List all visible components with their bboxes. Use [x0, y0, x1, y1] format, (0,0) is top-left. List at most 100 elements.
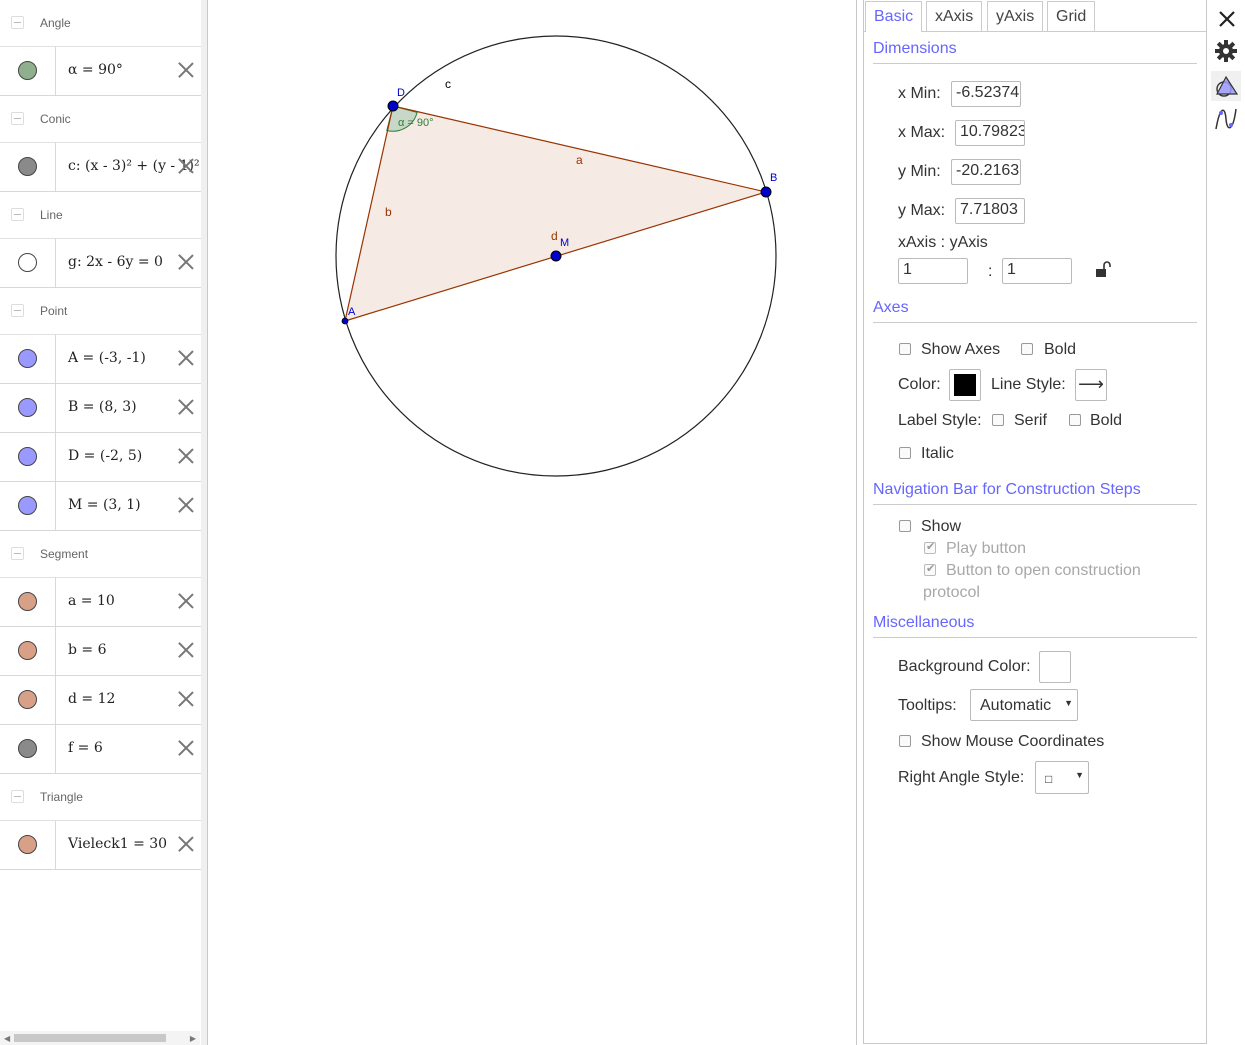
- visibility-marble-icon[interactable]: [18, 398, 37, 417]
- visibility-toggle-cell[interactable]: [0, 433, 56, 481]
- visibility-toggle-cell[interactable]: [0, 482, 56, 530]
- show-axes-checkbox[interactable]: [899, 343, 911, 355]
- collapse-group-icon[interactable]: [11, 547, 24, 560]
- graphics-canvas[interactable]: A B D M c a b d α = 90°: [208, 0, 856, 1045]
- algebra-object-definition[interactable]: Vieleck1 = 30: [68, 836, 167, 852]
- unlock-icon[interactable]: [1095, 261, 1111, 279]
- visibility-marble-icon[interactable]: [18, 592, 37, 611]
- visibility-marble-icon[interactable]: [18, 835, 37, 854]
- visibility-marble-icon[interactable]: [18, 349, 37, 368]
- delete-object-icon[interactable]: [176, 446, 196, 466]
- visibility-toggle-cell[interactable]: [0, 821, 56, 869]
- visibility-marble-icon[interactable]: [18, 61, 37, 80]
- delete-object-icon[interactable]: [176, 834, 196, 854]
- ymax-input[interactable]: 7.71803: [955, 198, 1025, 224]
- algebra-object-row[interactable]: M = (3, 1): [0, 482, 201, 531]
- triangle-vieleck1[interactable]: [345, 106, 766, 321]
- delete-object-icon[interactable]: [176, 689, 196, 709]
- tab-grid[interactable]: Grid: [1047, 1, 1096, 31]
- xmin-input[interactable]: -6.52374: [951, 81, 1021, 107]
- graphics-view[interactable]: A B D M c a b d α = 90°: [208, 0, 857, 1045]
- collapse-group-icon[interactable]: [11, 16, 24, 29]
- scroll-right-arrow-icon[interactable]: ▶: [190, 1034, 196, 1043]
- algebra-object-row[interactable]: D = (-2, 5): [0, 433, 201, 482]
- visibility-toggle-cell[interactable]: [0, 384, 56, 432]
- gear-icon[interactable]: [1211, 36, 1241, 66]
- point-A[interactable]: [341, 317, 349, 325]
- italic-checkbox[interactable]: [899, 447, 911, 459]
- tooltips-dropdown[interactable]: Automatic ▼: [970, 689, 1078, 721]
- line-style-button[interactable]: ⟶: [1075, 369, 1107, 401]
- close-icon[interactable]: [1211, 3, 1241, 33]
- algebra-object-row[interactable]: b = 6: [0, 627, 201, 676]
- tab-basic[interactable]: Basic: [865, 1, 923, 32]
- view-divider[interactable]: [201, 0, 208, 1045]
- xmax-input[interactable]: 10.79823: [955, 120, 1025, 146]
- visibility-marble-icon[interactable]: [18, 157, 37, 176]
- algebra-object-row[interactable]: d = 12: [0, 676, 201, 725]
- collapse-group-icon[interactable]: [11, 112, 24, 125]
- algebra-object-row[interactable]: B = (8, 3): [0, 384, 201, 433]
- algebra-object-row[interactable]: a = 10: [0, 578, 201, 627]
- visibility-toggle-cell[interactable]: [0, 143, 56, 191]
- scroll-left-arrow-icon[interactable]: ◀: [4, 1034, 10, 1043]
- visibility-marble-icon[interactable]: [18, 496, 37, 515]
- algebra-horizontal-scrollbar[interactable]: ◀ ▶: [0, 1031, 200, 1045]
- visibility-marble-icon[interactable]: [18, 253, 37, 272]
- algebra-object-definition[interactable]: f = 6: [68, 740, 103, 756]
- algebra-object-definition[interactable]: g: 2x - 6y = 0: [68, 254, 163, 270]
- collapse-group-icon[interactable]: [11, 304, 24, 317]
- delete-object-icon[interactable]: [176, 348, 196, 368]
- algebra-object-definition[interactable]: d = 12: [68, 691, 115, 707]
- tab-xaxis[interactable]: xAxis: [926, 1, 983, 31]
- show-mouse-coordinates-checkbox[interactable]: [899, 735, 911, 747]
- visibility-marble-icon[interactable]: [18, 641, 37, 660]
- algebra-object-row[interactable]: α = 90°: [0, 47, 201, 96]
- visibility-toggle-cell[interactable]: [0, 335, 56, 383]
- point-D[interactable]: [387, 100, 399, 112]
- graphics-settings-tab[interactable]: [1211, 71, 1241, 101]
- delete-object-icon[interactable]: [176, 640, 196, 660]
- visibility-toggle-cell[interactable]: [0, 578, 56, 626]
- visibility-toggle-cell[interactable]: [0, 47, 56, 95]
- ratio-y-input[interactable]: 1: [1002, 258, 1072, 284]
- visibility-marble-icon[interactable]: [18, 690, 37, 709]
- background-color-button[interactable]: [1039, 651, 1071, 683]
- right-angle-style-dropdown[interactable]: □ ▼: [1035, 761, 1089, 794]
- collapse-group-icon[interactable]: [11, 208, 24, 221]
- algebra-object-definition[interactable]: A = (-3, -1): [68, 350, 146, 366]
- serif-checkbox[interactable]: [992, 414, 1004, 426]
- point-M[interactable]: [550, 250, 562, 262]
- algebra-object-definition[interactable]: b = 6: [68, 642, 107, 658]
- delete-object-icon[interactable]: [176, 397, 196, 417]
- collapse-group-icon[interactable]: [11, 790, 24, 803]
- ymin-input[interactable]: -20.2163: [951, 159, 1021, 185]
- curve-icon[interactable]: [1211, 104, 1241, 134]
- point-B[interactable]: [760, 186, 772, 198]
- delete-object-icon[interactable]: [176, 156, 196, 176]
- delete-object-icon[interactable]: [176, 738, 196, 758]
- delete-object-icon[interactable]: [176, 252, 196, 272]
- algebra-object-definition[interactable]: D = (-2, 5): [68, 448, 142, 464]
- visibility-toggle-cell[interactable]: [0, 676, 56, 724]
- algebra-object-definition[interactable]: α = 90°: [68, 62, 123, 78]
- algebra-object-definition[interactable]: B = (8, 3): [68, 399, 137, 415]
- algebra-object-definition[interactable]: a = 10: [68, 593, 115, 609]
- visibility-toggle-cell[interactable]: [0, 627, 56, 675]
- visibility-toggle-cell[interactable]: [0, 239, 56, 287]
- algebra-object-row[interactable]: g: 2x - 6y = 0: [0, 239, 201, 288]
- algebra-object-row[interactable]: A = (-3, -1): [0, 335, 201, 384]
- scrollbar-thumb[interactable]: [14, 1034, 166, 1042]
- algebra-object-row[interactable]: Vieleck1 = 30: [0, 821, 201, 870]
- visibility-marble-icon[interactable]: [18, 447, 37, 466]
- tab-yaxis[interactable]: yAxis: [987, 1, 1044, 31]
- delete-object-icon[interactable]: [176, 591, 196, 611]
- visibility-toggle-cell[interactable]: [0, 725, 56, 773]
- algebra-object-row[interactable]: c: (x - 3)² + (y - 1)² =: [0, 143, 201, 192]
- bold-axes-checkbox[interactable]: [1021, 343, 1033, 355]
- algebra-object-row[interactable]: f = 6: [0, 725, 201, 774]
- label-bold-checkbox[interactable]: [1069, 414, 1081, 426]
- delete-object-icon[interactable]: [176, 495, 196, 515]
- algebra-object-definition[interactable]: M = (3, 1): [68, 497, 141, 513]
- visibility-marble-icon[interactable]: [18, 739, 37, 758]
